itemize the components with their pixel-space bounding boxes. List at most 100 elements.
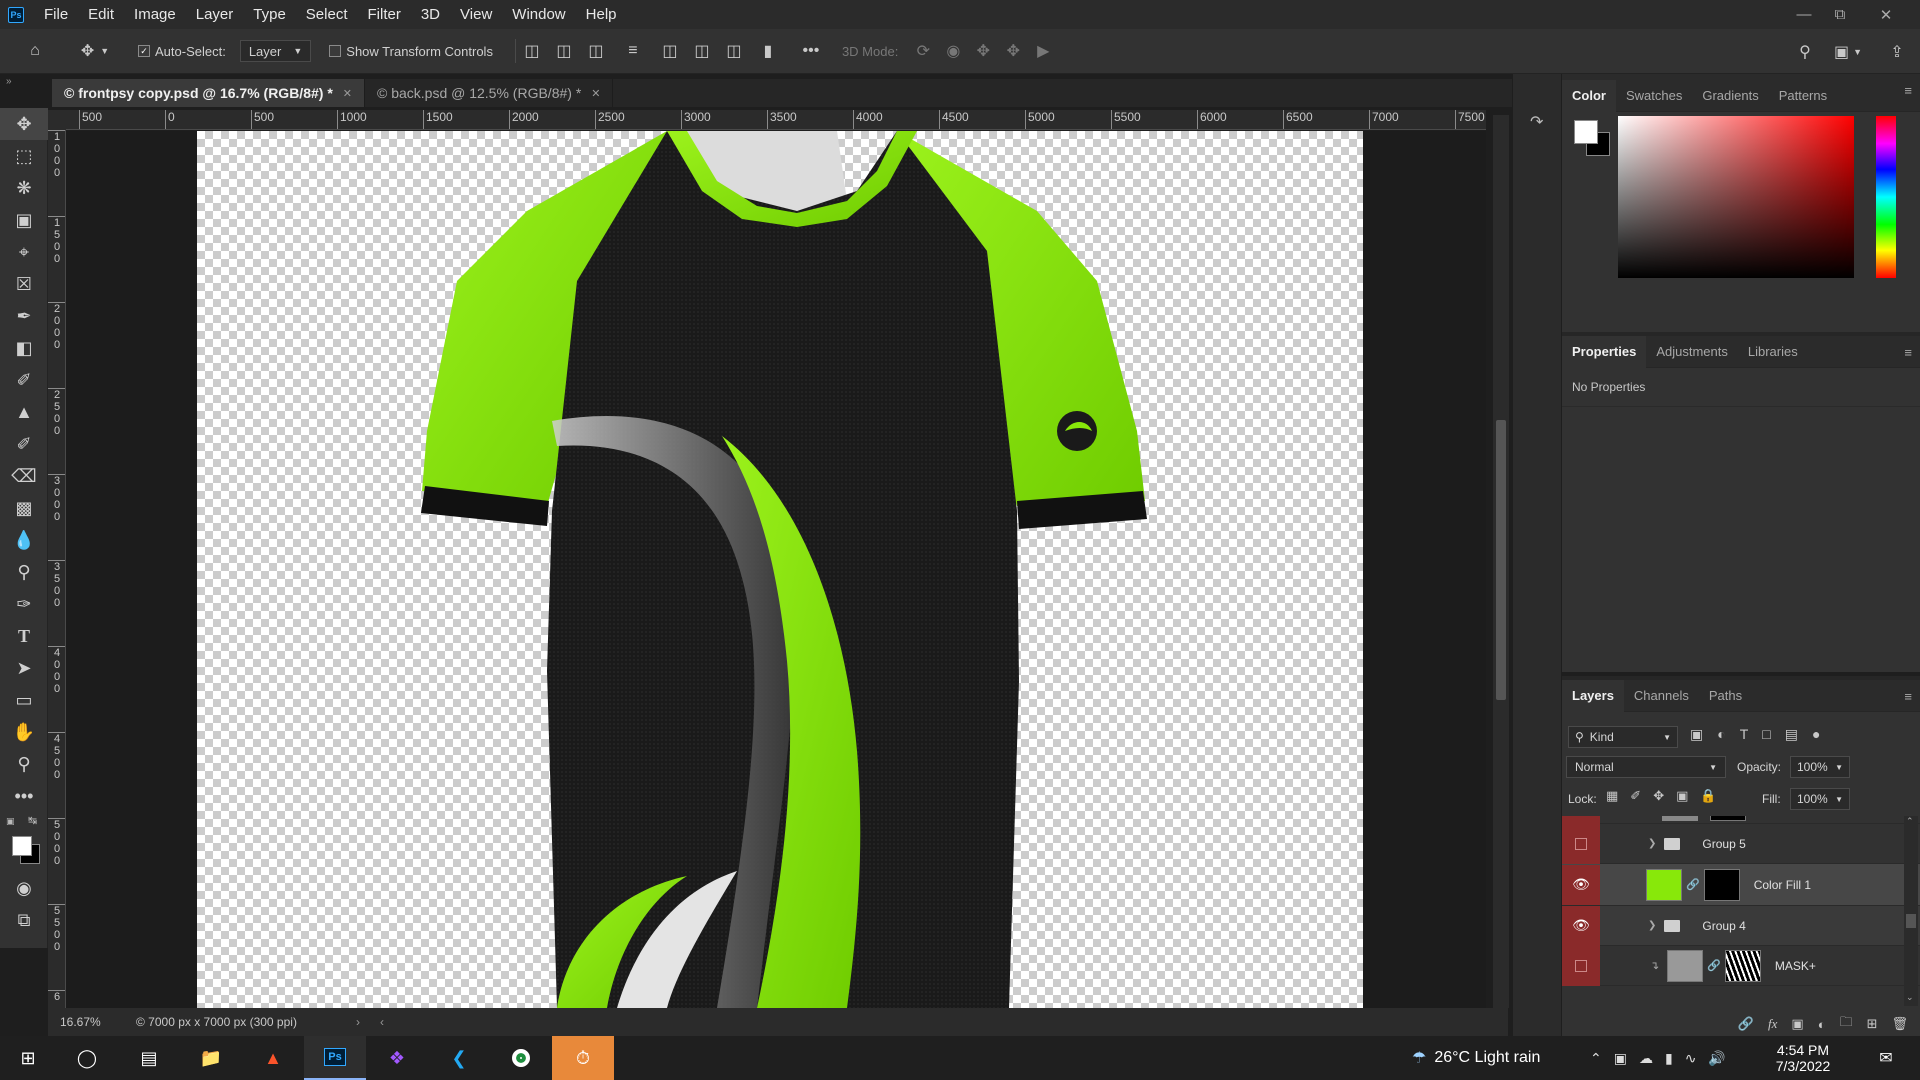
default-colors-icon[interactable]: ▣ — [6, 816, 15, 827]
tab-gradients[interactable]: Gradients — [1692, 80, 1768, 112]
color-picker-field[interactable] — [1618, 116, 1854, 278]
type-filter-icon[interactable]: T — [1740, 726, 1749, 743]
delete-layer-icon[interactable]: 🗑 — [1891, 1016, 1908, 1032]
align-bottom-icon[interactable]: ◫ — [718, 29, 750, 74]
checkbox-unchecked-icon[interactable] — [329, 45, 342, 57]
tab-adjustments[interactable]: Adjustments — [1646, 336, 1738, 368]
task-view-icon[interactable]: ▤ — [118, 1036, 180, 1080]
fill-input[interactable]: 100% ▼ — [1790, 788, 1850, 810]
show-hidden-icons-icon[interactable]: ⌃ — [1590, 1050, 1602, 1067]
collapse-toolbar-icon[interactable]: » — [6, 76, 12, 87]
battery-icon[interactable]: ▮ — [1665, 1050, 1673, 1067]
tab-frontpsy[interactable]: © frontpsy copy.psd @ 16.7% (RGB/8#) * ✕ — [52, 79, 365, 107]
search-icon[interactable]: ⚲ — [1790, 29, 1820, 74]
vscode-icon[interactable]: ❮ — [428, 1036, 490, 1080]
menu-window[interactable]: Window — [502, 6, 575, 23]
menu-type[interactable]: Type — [243, 6, 296, 23]
menu-filter[interactable]: Filter — [358, 6, 411, 23]
foreground-color-swatch[interactable] — [12, 836, 32, 856]
menu-edit[interactable]: Edit — [78, 6, 124, 23]
layer-filter-dropdown[interactable]: ⚲ Kind ▼ — [1568, 726, 1678, 748]
tab-back[interactable]: © back.psd @ 12.5% (RGB/8#) * ✕ — [365, 79, 614, 107]
layer-name[interactable]: Color Fill 1 — [1754, 878, 1811, 892]
eyedropper-tool-icon[interactable]: ✒ — [0, 300, 48, 332]
brave-browser-icon[interactable]: ▲ — [242, 1036, 304, 1080]
align-middle-icon[interactable]: ◫ — [686, 29, 718, 74]
menu-layer[interactable]: Layer — [186, 6, 244, 23]
layer-row-color-fill-1[interactable]: 👁 🔗 Color Fill 1 — [1562, 864, 1920, 906]
cortana-search-icon[interactable]: ◯ — [56, 1036, 118, 1080]
layer-name[interactable]: Group 4 — [1702, 919, 1745, 933]
history-brush-tool-icon[interactable]: ✐ — [0, 428, 48, 460]
menu-image[interactable]: Image — [124, 6, 186, 23]
orange-app-icon[interactable]: ⏱ — [552, 1036, 614, 1080]
close-tab-icon[interactable]: ✕ — [343, 87, 352, 100]
hand-tool-icon[interactable]: ✋ — [0, 716, 48, 748]
vertical-scroll-thumb[interactable] — [1496, 420, 1506, 700]
visibility-toggle[interactable] — [1562, 823, 1600, 864]
clock[interactable]: 4:54 PM 7/3/2022 — [1758, 1038, 1848, 1078]
gradient-tool-icon[interactable]: ▩ — [0, 492, 48, 524]
clone-stamp-tool-icon[interactable]: ▲ — [0, 396, 48, 428]
smart-object-filter-icon[interactable]: ▤ — [1785, 726, 1798, 743]
layer-row-group-5[interactable]: ❯ Group 5 — [1562, 823, 1920, 864]
wifi-icon[interactable]: ∿ — [1685, 1050, 1697, 1067]
menu-view[interactable]: View — [450, 6, 502, 23]
tab-color[interactable]: Color — [1562, 79, 1616, 112]
hue-slider[interactable] — [1876, 116, 1896, 278]
align-top-icon[interactable]: ◫ — [654, 29, 686, 74]
weather-widget[interactable]: ☂ 26°C Light rain — [1412, 1036, 1540, 1080]
quick-mask-icon[interactable]: ◉ — [0, 872, 48, 904]
link-icon[interactable]: 🔗 — [1707, 959, 1721, 972]
scroll-down-icon[interactable]: ⌄ — [1906, 992, 1914, 1003]
volume-icon[interactable]: 🔊 — [1708, 1050, 1725, 1067]
scroll-left-icon[interactable]: ‹ — [380, 1015, 384, 1029]
swap-colors-icon[interactable]: ↹ — [28, 814, 37, 827]
align-center-icon[interactable]: ◫ — [548, 29, 580, 74]
distribute-vertical-icon[interactable]: ▮ — [750, 29, 786, 74]
object-selection-tool-icon[interactable]: ▣ — [0, 204, 48, 236]
pixel-filter-icon[interactable]: ▣ — [1690, 726, 1703, 743]
new-layer-icon[interactable]: ⊞ — [1867, 1016, 1878, 1032]
crop-tool-icon[interactable]: ⌖ — [0, 236, 48, 268]
align-right-icon[interactable]: ◫ — [580, 29, 612, 74]
windows-start-icon[interactable]: ⊞ — [0, 1036, 56, 1080]
transform-controls-checkbox[interactable]: Show Transform Controls — [329, 44, 493, 59]
tab-channels[interactable]: Channels — [1624, 680, 1699, 712]
move-tool-icon[interactable]: ✥ — [0, 108, 48, 140]
blur-tool-icon[interactable]: 💧 — [0, 524, 48, 556]
panel-menu-icon[interactable]: ≡ — [1904, 74, 1912, 106]
lock-artboard-icon[interactable]: ▣ — [1676, 788, 1688, 804]
screen-mode-icon[interactable]: ⧉ — [0, 904, 48, 936]
move-tool-icon[interactable]: ✥ ▼ — [70, 29, 120, 74]
panel-menu-icon[interactable]: ≡ — [1904, 336, 1912, 368]
link-icon[interactable]: 🔗 — [1686, 878, 1700, 891]
foreground-color-swatch[interactable] — [1574, 120, 1598, 144]
menu-help[interactable]: Help — [576, 6, 627, 23]
expand-group-icon[interactable]: ❯ — [1648, 838, 1656, 849]
pen-tool-icon[interactable]: ✑ — [0, 588, 48, 620]
meet-now-icon[interactable]: ▣ — [1614, 1050, 1627, 1067]
more-tools-icon[interactable]: ••• — [0, 780, 48, 812]
canvas-area[interactable] — [66, 131, 1486, 1008]
lock-position-icon[interactable]: ✥ — [1653, 788, 1664, 804]
color-swatches[interactable]: ▣ ↹ — [0, 812, 47, 872]
layers-scrollbar[interactable]: ⌃ ⌄ — [1904, 816, 1918, 1006]
healing-brush-tool-icon[interactable]: ◧ — [0, 332, 48, 364]
adjustment-layer-icon[interactable]: ◐ — [1818, 1017, 1826, 1032]
dodge-tool-icon[interactable]: ⚲ — [0, 556, 48, 588]
distribute-icon[interactable]: ≡ — [612, 29, 654, 74]
expand-group-icon[interactable]: ❯ — [1648, 920, 1656, 931]
share-icon[interactable]: ⇪ — [1882, 29, 1912, 74]
checkbox-checked-icon[interactable]: ✓ — [138, 45, 150, 57]
close-icon[interactable]: ✕ — [1868, 0, 1904, 29]
zoom-tool-icon[interactable]: ⚲ — [0, 748, 48, 780]
vertical-scrollbar[interactable] — [1493, 115, 1509, 1008]
shape-filter-icon[interactable]: □ — [1762, 726, 1770, 743]
layer-row-mask[interactable]: ↴ 🔗 MASK+ — [1562, 945, 1920, 986]
tab-libraries[interactable]: Libraries — [1738, 336, 1808, 368]
document-canvas[interactable] — [197, 131, 1363, 1008]
status-arrow-icon[interactable]: › — [356, 1015, 360, 1029]
eraser-tool-icon[interactable]: ⌫ — [0, 460, 48, 492]
visibility-toggle[interactable] — [1562, 945, 1600, 986]
